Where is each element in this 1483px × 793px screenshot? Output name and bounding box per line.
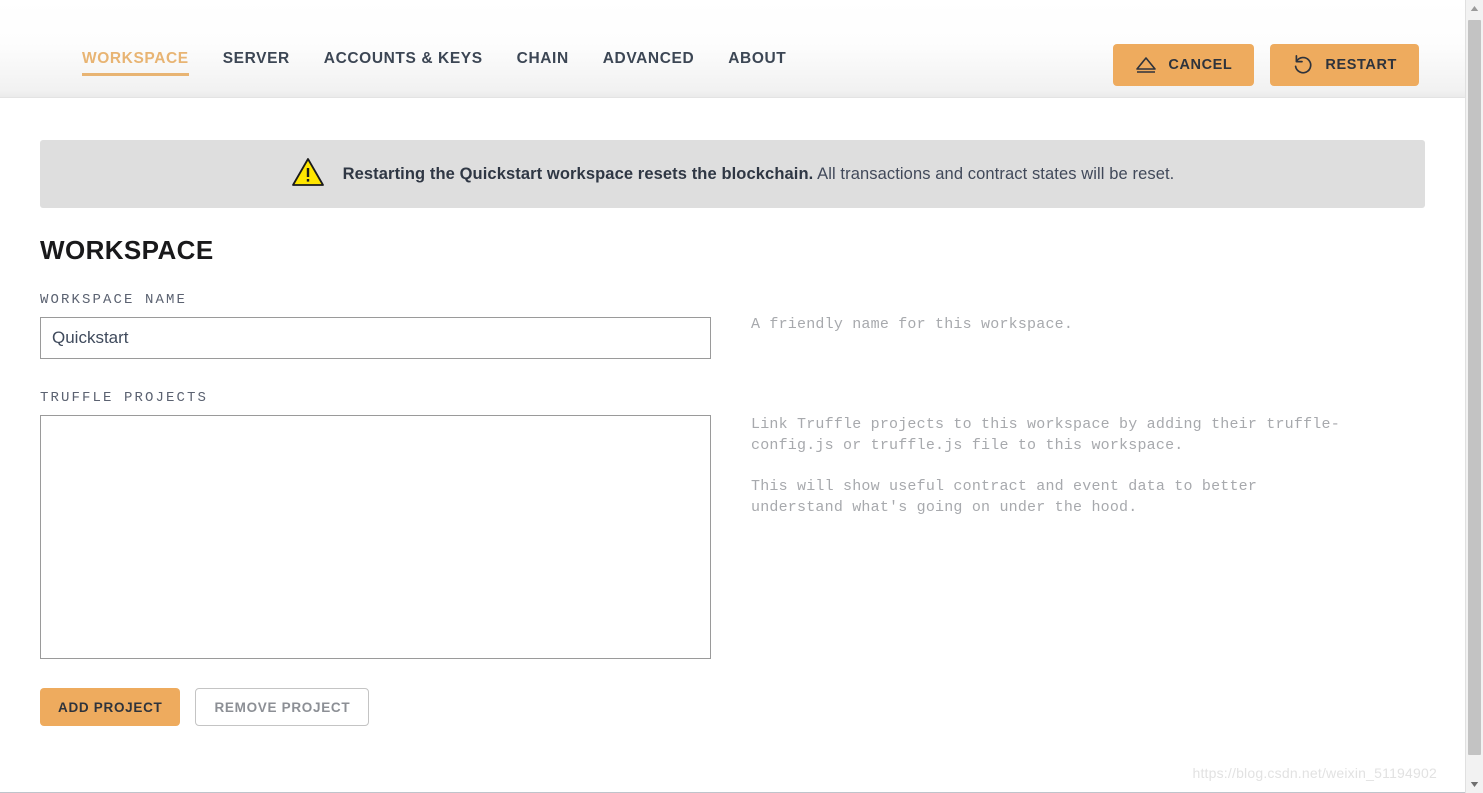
app-header: WORKSPACE SERVER ACCOUNTS & KEYS CHAIN A… (0, 0, 1465, 98)
remove-project-button-label: REMOVE PROJECT (214, 699, 351, 715)
restart-warning-text: Restarting the Quickstart workspace rese… (343, 165, 1175, 184)
vertical-scrollbar[interactable] (1465, 0, 1483, 793)
page-title: WORKSPACE (40, 235, 214, 265)
nav-tab-accounts-keys[interactable]: ACCOUNTS & KEYS (324, 50, 517, 76)
nav-tab-advanced[interactable]: ADVANCED (603, 50, 729, 76)
nav-tab-accounts-keys-label: ACCOUNTS & KEYS (323, 50, 483, 67)
nav-tab-advanced-label: ADVANCED (602, 50, 695, 67)
main-navigation: WORKSPACE SERVER ACCOUNTS & KEYS CHAIN A… (82, 50, 820, 76)
warning-triangle-icon (291, 156, 325, 193)
nav-tab-workspace[interactable]: WORKSPACE (82, 50, 189, 76)
workspace-name-field-group: WORKSPACE NAME A friendly name for this … (40, 292, 1465, 359)
restart-arrow-icon (1292, 54, 1314, 76)
truffle-projects-label: TRUFFLE PROJECTS (40, 390, 209, 406)
nav-tab-server-label: SERVER (222, 50, 290, 67)
workspace-name-help: A friendly name for this workspace. (751, 314, 1351, 335)
watermark-text: https://blog.csdn.net/weixin_51194902 (1192, 765, 1437, 781)
restart-warning-rest: All transactions and contract states wil… (813, 164, 1175, 183)
truffle-projects-help-text-1: Link Truffle projects to this workspace … (751, 416, 1340, 454)
cancel-button-label: CANCEL (1168, 57, 1233, 73)
scroll-down-arrow-icon[interactable] (1466, 776, 1483, 793)
cancel-button[interactable]: CANCEL (1113, 44, 1255, 86)
nav-tab-chain-label: CHAIN (516, 50, 569, 67)
workspace-name-help-text: A friendly name for this workspace. (751, 316, 1074, 333)
restart-button-label: RESTART (1325, 57, 1397, 73)
truffle-projects-list[interactable] (40, 415, 711, 659)
add-project-button-label: ADD PROJECT (58, 699, 163, 715)
header-action-buttons: CANCEL RESTART (1113, 44, 1419, 86)
nav-tab-about[interactable]: ABOUT (728, 50, 820, 76)
nav-tab-about-label: ABOUT (728, 50, 787, 67)
scroll-up-arrow-icon[interactable] (1466, 0, 1483, 17)
truffle-projects-field-group: TRUFFLE PROJECTS Link Truffle projects t… (40, 390, 1465, 659)
scrollbar-thumb[interactable] (1468, 20, 1481, 755)
restart-warning-banner: Restarting the Quickstart workspace rese… (40, 140, 1425, 208)
add-project-button[interactable]: ADD PROJECT (40, 688, 181, 726)
nav-tab-server[interactable]: SERVER (223, 50, 324, 76)
page-content: Restarting the Quickstart workspace rese… (0, 140, 1465, 726)
nav-tab-chain[interactable]: CHAIN (517, 50, 603, 76)
workspace-name-label: WORKSPACE NAME (40, 292, 188, 308)
remove-project-button[interactable]: REMOVE PROJECT (195, 688, 370, 726)
project-action-buttons: ADD PROJECT REMOVE PROJECT (40, 688, 1465, 726)
workspace-name-input[interactable] (40, 317, 711, 359)
nav-tab-workspace-label: WORKSPACE (82, 50, 189, 67)
truffle-projects-help: Link Truffle projects to this workspace … (751, 414, 1351, 518)
application-window: WORKSPACE SERVER ACCOUNTS & KEYS CHAIN A… (0, 0, 1465, 793)
restart-warning-bold: Restarting the Quickstart workspace rese… (342, 164, 814, 183)
eject-triangle-icon (1135, 56, 1157, 74)
truffle-projects-help-text-2: This will show useful contract and event… (751, 478, 1258, 516)
restart-button[interactable]: RESTART (1270, 44, 1419, 86)
